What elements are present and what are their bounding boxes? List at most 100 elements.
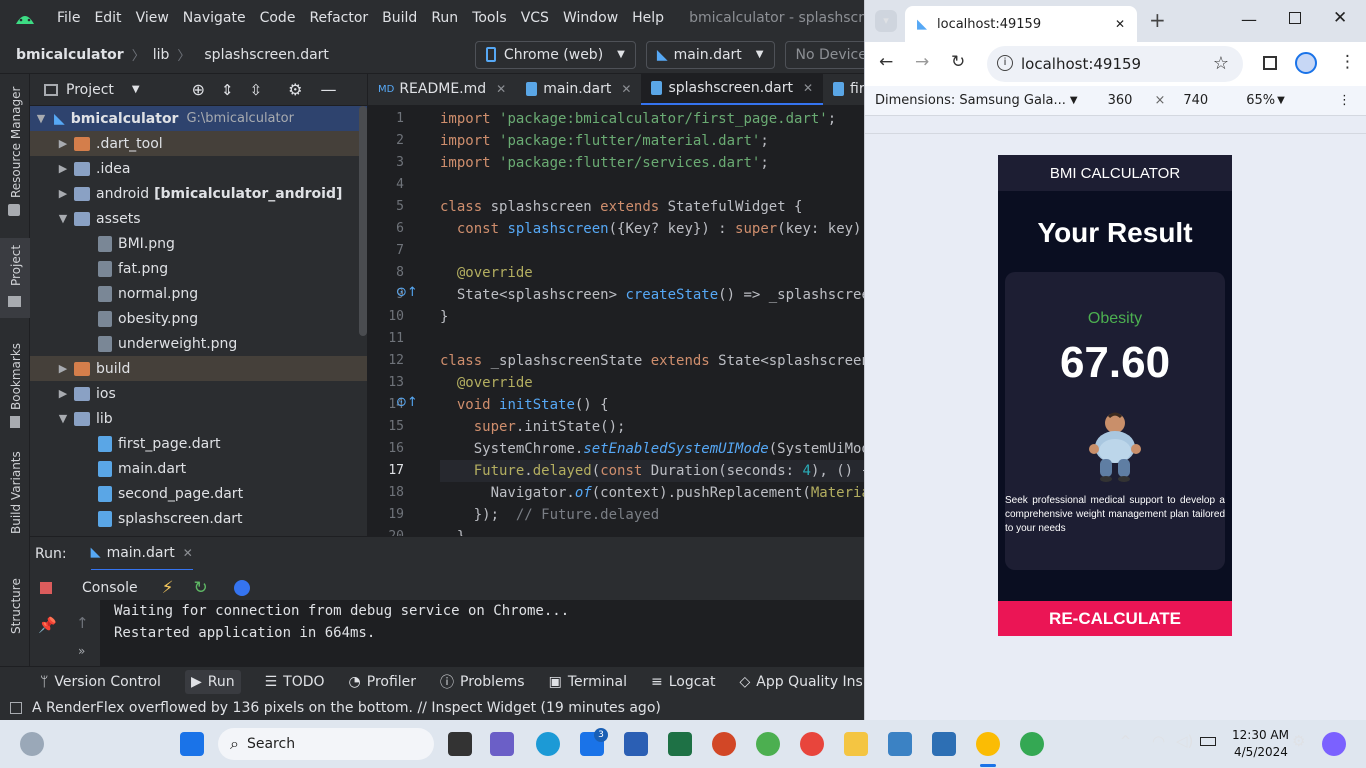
tree-item[interactable]: underweight.png xyxy=(30,331,367,356)
bookmark-star-icon[interactable]: ☆ xyxy=(1213,53,1229,74)
tree-item[interactable]: fat.png xyxy=(30,256,367,281)
taskbar-search[interactable]: ⌕ Search xyxy=(218,728,434,760)
menu-view[interactable]: View xyxy=(129,10,176,26)
menu-code[interactable]: Code xyxy=(253,10,303,26)
app-icon[interactable] xyxy=(932,732,956,756)
override-marker-icon[interactable]: ⊙↑ xyxy=(396,395,418,410)
settings-gear-icon[interactable]: ⚙ xyxy=(288,80,302,99)
project-tab-active[interactable]: Project xyxy=(0,238,30,318)
tree-item[interactable]: second_page.dart xyxy=(30,481,367,506)
bookmarks-tab[interactable]: Bookmarks xyxy=(9,343,23,410)
more-options-icon[interactable]: ⋮ xyxy=(1338,93,1351,108)
device-width[interactable]: 360 xyxy=(1108,93,1133,108)
console-tab[interactable]: Console xyxy=(82,580,138,596)
powerpoint-icon[interactable] xyxy=(712,732,736,756)
tree-item[interactable]: normal.png xyxy=(30,281,367,306)
close-icon[interactable]: ✕ xyxy=(496,82,506,96)
tree-item[interactable]: main.dart xyxy=(30,456,367,481)
run-config-selector[interactable]: ◣ main.dart ▼ xyxy=(645,40,775,69)
copilot-icon[interactable] xyxy=(1322,732,1346,756)
close-icon[interactable]: ✕ xyxy=(1115,17,1125,31)
menu-window[interactable]: Window xyxy=(556,10,625,26)
excel-icon[interactable] xyxy=(668,732,692,756)
menu-file[interactable]: File xyxy=(50,10,87,26)
chrome-icon[interactable] xyxy=(1020,732,1044,756)
collapse-all-icon[interactable]: ⇳ xyxy=(250,81,263,99)
tab-main[interactable]: main.dart ✕ xyxy=(516,73,641,105)
hot-reload-icon[interactable]: ⚡ xyxy=(162,578,174,598)
side-panel-icon[interactable] xyxy=(1263,56,1277,70)
menu-navigate[interactable]: Navigate xyxy=(176,10,253,26)
chevron-right-icon[interactable]: ▶ xyxy=(56,387,70,400)
console-output[interactable]: Waiting for connection from debug servic… xyxy=(100,600,864,666)
task-view-icon[interactable] xyxy=(448,732,472,756)
clock-date[interactable]: 4/5/2024 xyxy=(1234,745,1288,759)
maximize-icon[interactable] xyxy=(1289,12,1301,24)
hot-restart-icon[interactable]: ↻ xyxy=(194,578,208,598)
build-variants-tab[interactable]: Build Variants xyxy=(9,451,23,534)
tab-version-control[interactable]: ᛘ Version Control xyxy=(40,674,161,690)
menu-edit[interactable]: Edit xyxy=(87,10,128,26)
tab-profiler[interactable]: ◔ Profiler xyxy=(349,674,417,690)
notification-icon[interactable]: ⚙ xyxy=(1292,732,1305,750)
breadcrumb-folder[interactable]: lib xyxy=(153,47,170,63)
device-height[interactable]: 740 xyxy=(1183,93,1208,108)
menu-build[interactable]: Build xyxy=(375,10,424,26)
tree-item[interactable]: BMI.png xyxy=(30,231,367,256)
pin-icon[interactable]: 📌 xyxy=(38,616,57,634)
device-selector[interactable]: Chrome (web) ▼ xyxy=(474,40,636,69)
menu-vcs[interactable]: VCS xyxy=(514,10,556,26)
breadcrumb-project[interactable]: bmicalculator xyxy=(16,47,124,63)
tab-problems[interactable]: ⓘ Problems xyxy=(440,672,525,692)
new-tab-icon[interactable]: + xyxy=(1149,8,1166,32)
tab-search-icon[interactable]: ▾ xyxy=(875,10,897,32)
run-tab-main[interactable]: ◣ main.dart ✕ xyxy=(90,537,193,571)
tab-splashscreen[interactable]: splashscreen.dart ✕ xyxy=(641,73,824,105)
close-icon[interactable]: ✕ xyxy=(183,546,193,560)
clock-time[interactable]: 12:30 AM xyxy=(1232,728,1289,742)
close-icon[interactable]: ✕ xyxy=(621,82,631,96)
edge-icon[interactable] xyxy=(536,732,560,756)
window-icon[interactable] xyxy=(10,702,22,714)
chevron-right-icon[interactable]: ▶ xyxy=(56,137,70,150)
chrome-icon[interactable] xyxy=(756,732,780,756)
tree-item[interactable]: ▼ assets xyxy=(30,206,367,231)
device-dimensions-select[interactable]: Dimensions: Samsung Gala... xyxy=(875,93,1066,108)
tab-todo[interactable]: ☰ TODO xyxy=(265,674,325,690)
resource-manager-tab[interactable]: Resource Manager xyxy=(9,87,23,198)
wifi-icon[interactable]: ◠ xyxy=(1152,732,1165,750)
tree-item[interactable]: splashscreen.dart xyxy=(30,506,367,531)
forward-icon[interactable]: → xyxy=(915,52,929,72)
start-windows-icon[interactable] xyxy=(180,732,204,756)
tree-item[interactable]: ▼ lib xyxy=(30,406,367,431)
more-menu-icon[interactable]: ⋮ xyxy=(1339,52,1356,72)
chevron-right-icon[interactable]: ▶ xyxy=(56,162,70,175)
chevron-down-icon[interactable]: ▼ xyxy=(132,84,140,95)
back-icon[interactable]: ← xyxy=(879,52,893,72)
tab-logcat[interactable]: ≡ Logcat xyxy=(651,674,716,690)
site-info-icon[interactable]: i xyxy=(997,55,1013,71)
locate-icon[interactable]: ⊕ xyxy=(192,80,205,99)
structure-tab[interactable]: Structure xyxy=(9,578,23,634)
meet-icon[interactable] xyxy=(490,732,514,756)
menu-help[interactable]: Help xyxy=(625,10,671,26)
breadcrumb-file[interactable]: splashscreen.dart xyxy=(204,47,329,63)
address-bar[interactable]: i localhost:49159 ☆ xyxy=(987,46,1243,82)
zoom-select[interactable]: 65% xyxy=(1246,93,1275,108)
menu-refactor[interactable]: Refactor xyxy=(302,10,375,26)
scroll-up-icon[interactable]: ↑ xyxy=(76,614,89,632)
tree-item[interactable]: ▶ ios xyxy=(30,381,367,406)
browser-tab[interactable]: ◣ localhost:49159 ✕ xyxy=(905,6,1137,42)
minimize-panel-icon[interactable]: — xyxy=(321,80,337,99)
tree-scrollbar[interactable] xyxy=(359,106,367,336)
status-message[interactable]: A RenderFlex overflowed by 136 pixels on… xyxy=(32,700,661,716)
chevron-down-icon[interactable]: ▼ xyxy=(56,212,70,225)
expand-icon[interactable]: » xyxy=(78,644,85,658)
weather-widget-icon[interactable] xyxy=(20,732,44,756)
volume-icon[interactable]: ◁) xyxy=(1176,732,1193,750)
notepad-icon[interactable] xyxy=(888,732,912,756)
devtools-icon[interactable] xyxy=(233,580,250,596)
close-icon[interactable]: ✕ xyxy=(803,81,813,95)
close-window-icon[interactable]: ✕ xyxy=(1333,8,1347,28)
tab-run[interactable]: ▶ Run xyxy=(184,669,241,694)
